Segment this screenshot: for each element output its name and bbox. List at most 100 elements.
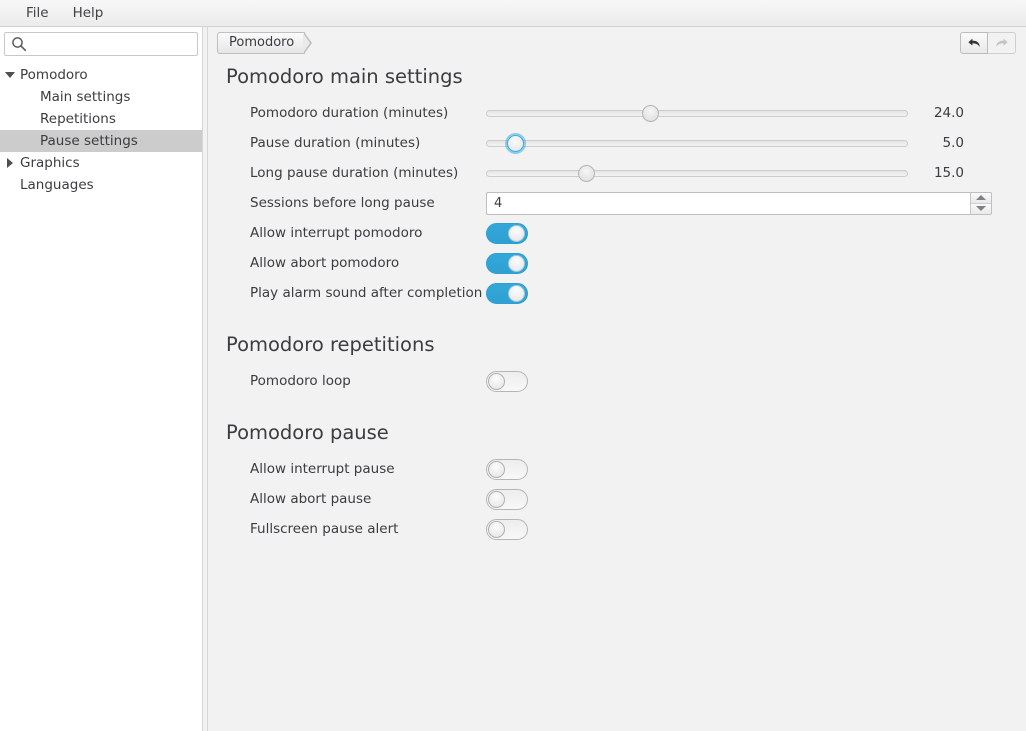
toggle-knob [488,372,505,390]
setting-control [486,191,1026,215]
section-title-repetitions: Pomodoro repetitions [226,333,435,356]
sidebar-item-label: Pause settings [40,133,138,149]
setting-row-fullscreen-pause-alert: Fullscreen pause alert [226,514,1026,544]
toggle-knob [508,284,525,302]
setting-control [486,488,1026,510]
slider-handle[interactable] [506,135,524,152]
menu-bar: File Help [0,0,1026,27]
setting-row-pause-duration: Pause duration (minutes) 5.0 [226,128,1026,158]
settings-tree: Pomodoro Main settings Repetitions Pause… [0,60,202,731]
long-pause-duration-slider[interactable] [486,162,908,184]
setting-label: Pomodoro loop [250,373,351,389]
long-pause-duration-value: 15.0 [933,165,964,181]
setting-row-allow-interrupt-pomodoro: Allow interrupt pomodoro [226,218,1026,248]
allow-abort-pomodoro-toggle[interactable] [486,252,528,274]
setting-row-long-pause-duration: Long pause duration (minutes) 15.0 [226,158,1026,188]
breadcrumb-item-pomodoro[interactable]: Pomodoro [217,31,313,54]
setting-label: Play alarm sound after completion [250,285,483,301]
setting-control: 5.0 [486,132,1026,154]
toolbar-buttons [960,31,1016,54]
fullscreen-pause-alert-toggle[interactable] [486,518,528,540]
search-input[interactable] [4,32,198,56]
redo-button[interactable] [988,31,1016,54]
chevron-down-icon[interactable] [0,72,20,78]
section-title-pause: Pomodoro pause [226,421,389,444]
menu-item-file[interactable]: File [17,3,58,23]
sidebar-item-label: Pomodoro [20,67,88,83]
play-alarm-sound-toggle[interactable] [486,282,528,304]
toggle-knob [508,254,525,272]
setting-control [486,252,1026,274]
setting-control: 24.0 [486,102,1026,124]
search-box[interactable] [4,32,198,56]
toggle-knob [488,460,505,478]
sidebar-item-label: Repetitions [40,111,116,127]
setting-control [486,222,1026,244]
chevron-right-icon[interactable] [0,158,20,168]
sessions-before-long-pause-stepper[interactable] [486,191,992,215]
setting-control [486,282,1026,304]
toggle-knob [488,490,505,508]
section-rows-repetitions: Pomodoro loop [226,366,1026,396]
setting-control: 15.0 [486,162,1026,184]
allow-interrupt-pause-toggle[interactable] [486,458,528,480]
toggle-knob [488,520,505,538]
pause-duration-slider[interactable] [486,132,908,154]
setting-label: Fullscreen pause alert [250,521,399,537]
setting-label: Allow abort pause [250,491,372,507]
stepper-down-button[interactable] [971,203,991,214]
sidebar-item-repetitions[interactable]: Repetitions [0,108,202,130]
menu-item-help[interactable]: Help [64,3,113,23]
pomodoro-duration-slider[interactable] [486,102,908,124]
setting-row-allow-abort-pause: Allow abort pause [226,484,1026,514]
slider-track [486,170,908,177]
breadcrumb-label: Pomodoro [229,35,295,50]
undo-arrow-icon [968,38,980,47]
slider-handle[interactable] [641,105,659,122]
pause-duration-value: 5.0 [942,135,964,151]
slider-handle[interactable] [578,165,596,182]
slider-track [486,140,908,147]
section-rows-pause: Allow interrupt pause Allow abort pause … [226,454,1026,544]
sidebar-item-label: Main settings [40,89,131,105]
sidebar-item-pause-settings[interactable]: Pause settings [0,130,202,152]
setting-control [486,458,1026,480]
pomodoro-duration-value: 24.0 [933,105,964,121]
setting-label: Pause duration (minutes) [250,135,421,151]
setting-label: Long pause duration (minutes) [250,165,459,181]
setting-control [486,370,1026,392]
sidebar-item-main-settings[interactable]: Main settings [0,86,202,108]
body-split: Pomodoro Main settings Repetitions Pause… [0,27,1026,731]
setting-control [486,518,1026,540]
sidebar: Pomodoro Main settings Repetitions Pause… [0,27,203,731]
setting-row-allow-abort-pomodoro: Allow abort pomodoro [226,248,1026,278]
redo-arrow-icon [995,38,1008,47]
setting-label: Pomodoro duration (minutes) [250,105,449,121]
triangle-up-icon [976,195,986,201]
pomodoro-loop-toggle[interactable] [486,370,528,392]
settings-window: File Help Pomodoro Main settings Repetit… [0,0,1026,731]
allow-interrupt-pomodoro-toggle[interactable] [486,222,528,244]
sidebar-item-graphics[interactable]: Graphics [0,152,202,174]
main-pane: Pomodoro Pomodoro main settings Pomodoro… [208,27,1026,731]
section-title-main-settings: Pomodoro main settings [226,65,463,88]
allow-abort-pause-toggle[interactable] [486,488,528,510]
toggle-knob [508,224,525,242]
triangle-down-icon [976,206,986,212]
breadcrumb: Pomodoro [217,31,313,54]
setting-row-sessions-before-long-pause: Sessions before long pause [226,188,1026,218]
setting-label: Allow interrupt pomodoro [250,225,423,241]
setting-row-allow-interrupt-pause: Allow interrupt pause [226,454,1026,484]
sidebar-item-languages[interactable]: Languages [0,174,202,196]
sessions-before-long-pause-input[interactable] [487,192,970,214]
setting-label: Allow interrupt pause [250,461,395,477]
slider-track [486,110,908,117]
sidebar-item-pomodoro[interactable]: Pomodoro [0,64,202,86]
section-rows-main-settings: Pomodoro duration (minutes) 24.0 Pause d… [226,98,1026,308]
stepper-buttons [970,192,991,214]
setting-label: Sessions before long pause [250,195,435,211]
undo-button[interactable] [960,31,988,54]
stepper-up-button[interactable] [971,192,991,203]
